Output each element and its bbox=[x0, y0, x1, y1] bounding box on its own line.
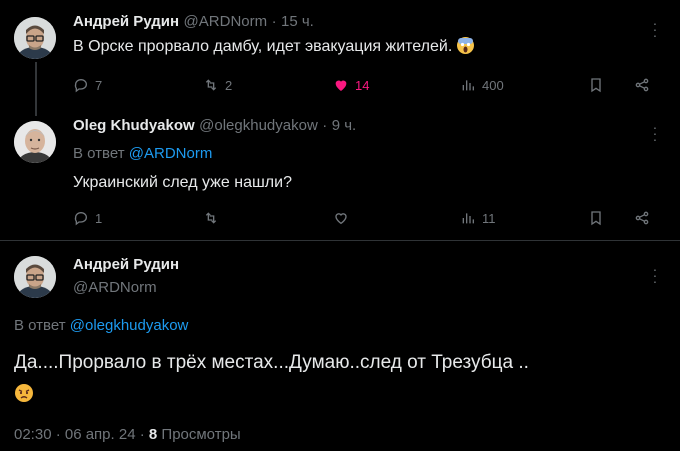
reply-context: В ответ @ARDNorm bbox=[73, 145, 212, 162]
avatar[interactable] bbox=[14, 121, 56, 163]
like-button[interactable] bbox=[333, 210, 349, 226]
screaming-face-emoji bbox=[456, 37, 474, 54]
heart-filled-icon bbox=[335, 80, 347, 91]
share-button[interactable] bbox=[634, 210, 650, 226]
reply-context: В ответ @olegkhudyakow bbox=[14, 317, 188, 334]
reply-count: 7 bbox=[95, 77, 103, 93]
tweet-header: Oleg Khudyakow @olegkhudyakow · 9 ч. bbox=[73, 117, 356, 135]
tweet-time[interactable]: 9 ч. bbox=[332, 117, 357, 134]
retweet-icon bbox=[205, 79, 217, 91]
avatar[interactable] bbox=[14, 256, 56, 298]
bookmark-button[interactable] bbox=[588, 77, 604, 93]
author-name[interactable]: Андрей Рудин bbox=[73, 13, 179, 30]
views-bar-chart-icon bbox=[462, 213, 474, 224]
share-icon bbox=[635, 211, 649, 225]
avatar-portrait-icon bbox=[14, 121, 56, 163]
views-button[interactable]: 11 bbox=[460, 210, 496, 226]
avatar-portrait-icon bbox=[14, 17, 56, 59]
retweet-icon bbox=[205, 212, 217, 224]
timestamp[interactable]: 02:30 · 06 апр. 24 · bbox=[14, 426, 145, 443]
tweet-text: В Орске прорвало дамбу, идет эвакуация ж… bbox=[73, 37, 474, 56]
angry-face-emoji bbox=[14, 383, 34, 408]
author-name[interactable]: Oleg Khudyakow bbox=[73, 117, 195, 134]
author-name[interactable]: Андрей Рудин bbox=[73, 256, 179, 273]
views-count: 400 bbox=[482, 77, 504, 93]
tweet-time[interactable]: 15 ч. bbox=[281, 13, 314, 30]
reply-to-link[interactable]: @ARDNorm bbox=[129, 145, 213, 162]
tweet-header: Андрей Рудин @ARDNorm · 15 ч. bbox=[73, 13, 314, 31]
views-label: Просмотры bbox=[161, 426, 241, 443]
reply-icon bbox=[74, 79, 87, 93]
views-count: 8 bbox=[148, 426, 158, 443]
bookmark-button[interactable] bbox=[588, 210, 604, 226]
separator: · bbox=[322, 117, 328, 134]
retweet-button[interactable] bbox=[203, 210, 219, 226]
like-button[interactable]: 14 bbox=[333, 77, 369, 93]
author-handle[interactable]: @ARDNorm bbox=[184, 13, 268, 30]
views-count: 11 bbox=[482, 210, 496, 226]
reply-button[interactable]: 1 bbox=[73, 210, 102, 226]
heart-outline-icon bbox=[335, 213, 347, 225]
more-options-icon[interactable]: · · · bbox=[652, 120, 658, 146]
thread-line bbox=[35, 62, 37, 116]
separator: · bbox=[271, 13, 277, 30]
reply-prefix: В ответ bbox=[14, 317, 66, 334]
views-bar-chart-icon bbox=[462, 80, 474, 91]
retweet-count: 2 bbox=[225, 77, 233, 93]
tweet-text: Украинский след уже нашли? bbox=[73, 174, 292, 191]
avatar[interactable] bbox=[14, 17, 56, 59]
bookmark-icon bbox=[591, 211, 601, 226]
author-handle[interactable]: @ARDNorm bbox=[73, 279, 157, 296]
bookmark-icon bbox=[591, 78, 601, 93]
reply-to-link[interactable]: @olegkhudyakow bbox=[70, 317, 189, 334]
tweet-timestamp-row: 02:30 · 06 апр. 24 · 8 Просмотры bbox=[14, 426, 241, 443]
reply-icon bbox=[74, 212, 87, 226]
reply-count: 1 bbox=[95, 210, 103, 226]
more-options-icon[interactable]: · · · bbox=[652, 16, 658, 42]
tweet-text: Да....Прорвало в трёх местах...Думаю..сл… bbox=[14, 352, 529, 373]
views-button[interactable]: 400 bbox=[460, 77, 504, 93]
author-handle[interactable]: @olegkhudyakow bbox=[199, 117, 318, 134]
reply-button[interactable]: 7 bbox=[73, 77, 102, 93]
more-options-icon[interactable]: · · · bbox=[652, 262, 658, 288]
like-count: 14 bbox=[355, 77, 370, 93]
divider bbox=[0, 240, 680, 241]
avatar-portrait-icon bbox=[14, 256, 56, 298]
tweet-text-content: В Орске прорвало дамбу, идет эвакуация ж… bbox=[73, 38, 453, 55]
share-button[interactable] bbox=[634, 77, 650, 93]
share-icon bbox=[635, 78, 649, 92]
retweet-button[interactable]: 2 bbox=[203, 77, 232, 93]
reply-prefix: В ответ bbox=[73, 145, 125, 162]
